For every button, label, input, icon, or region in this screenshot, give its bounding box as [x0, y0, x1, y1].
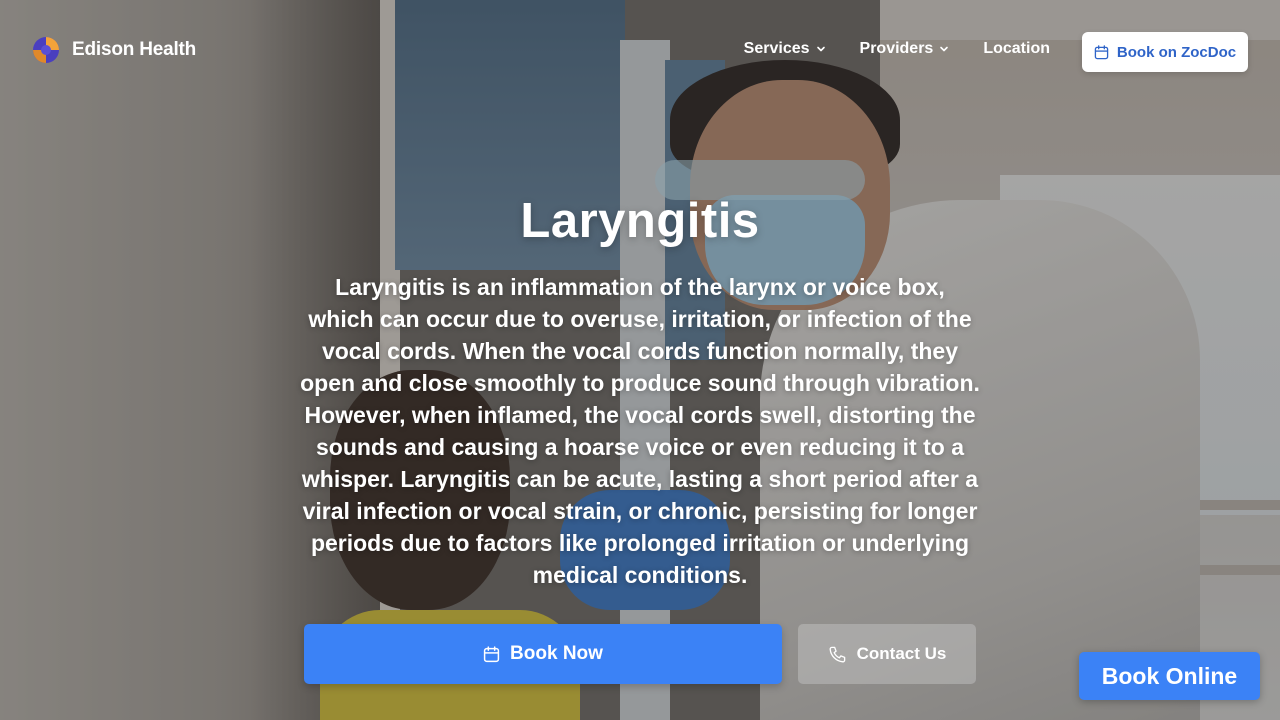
book-now-button[interactable]: Book Now — [304, 624, 782, 684]
site-header: Edison Health Services Providers Locatio… — [0, 0, 1280, 104]
nav-item-label: Services — [743, 40, 810, 57]
edison-health-logo-icon — [33, 37, 59, 63]
calendar-icon — [1094, 44, 1109, 59]
contact-us-label: Contact Us — [856, 644, 947, 663]
main-nav: Services Providers Location — [744, 40, 1050, 58]
calendar-icon — [483, 645, 500, 662]
book-online-floating-button[interactable]: Book Online — [1079, 652, 1260, 700]
brand-home-link[interactable]: Edison Health — [32, 36, 196, 64]
book-now-label: Book Now — [510, 643, 603, 664]
chevron-down-icon — [940, 46, 949, 52]
contact-us-button[interactable]: Contact Us — [798, 624, 976, 684]
nav-item-services[interactable]: Services — [744, 40, 826, 58]
chevron-down-icon — [816, 46, 825, 52]
book-online-label: Book Online — [1101, 662, 1238, 689]
brand-name: Edison Health — [72, 39, 197, 60]
zocdoc-button-label: Book on ZocDoc — [1116, 43, 1237, 61]
nav-item-label: Providers — [859, 40, 934, 57]
page-title: Laryngitis — [520, 194, 760, 248]
nav-item-providers[interactable]: Providers — [860, 40, 950, 58]
nav-item-location[interactable]: Location — [983, 40, 1050, 58]
phone-icon — [829, 646, 845, 662]
hero-description: Laryngitis is an inflammation of the lar… — [300, 274, 980, 588]
book-on-zocdoc-button[interactable]: Book on ZocDoc — [1082, 32, 1248, 72]
nav-item-label: Location — [983, 40, 1050, 57]
